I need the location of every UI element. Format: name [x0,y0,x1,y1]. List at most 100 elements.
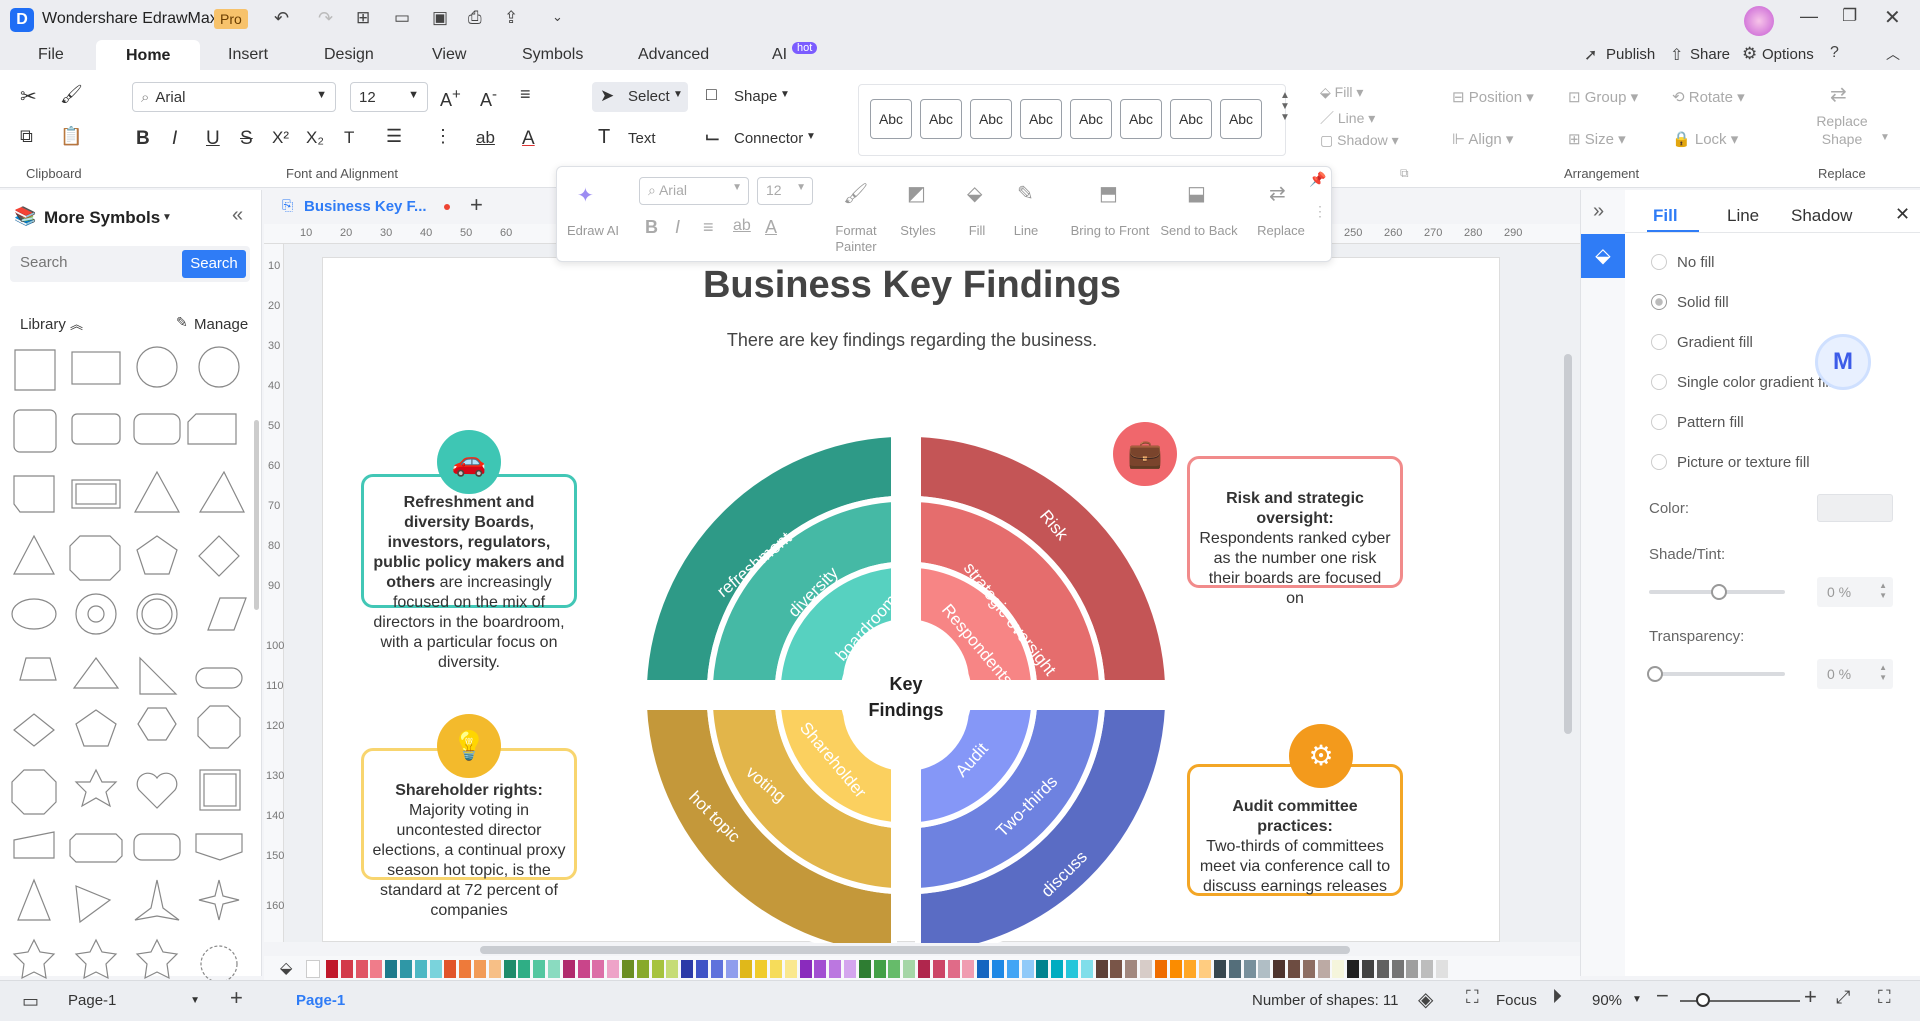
collapse-ribbon-icon[interactable]: ︿ [1886,44,1900,64]
color-swatch[interactable] [888,960,901,978]
color-swatch[interactable] [1228,960,1241,978]
symbol-search-button[interactable]: Search [182,250,246,278]
color-swatch[interactable] [755,960,768,978]
focus-icon[interactable]: ⛶ [1466,987,1479,1008]
color-swatch[interactable] [1140,960,1152,978]
panel-title[interactable]: More Symbols [44,208,160,228]
color-swatch[interactable] [355,960,368,978]
line-button[interactable]: ／ Line ▾ [1320,108,1375,128]
diagram-page[interactable]: Business Key Findings There are key find… [322,257,1500,943]
document-tab[interactable]: Business Key F... [304,198,427,215]
color-swatch[interactable] [784,960,797,978]
color-swatch[interactable] [710,960,723,978]
color-swatch[interactable] [1051,960,1064,978]
shape-library-grid[interactable] [0,340,252,980]
format-painter-icon[interactable]: 🖌 [60,84,83,105]
fill-tool-icon[interactable]: ⬙ [1581,234,1625,278]
share-button[interactable]: Share [1690,46,1730,63]
edraw-ai-icon[interactable]: ✦ [577,183,594,208]
color-swatch[interactable] [1066,960,1078,978]
color-swatch[interactable] [799,960,812,978]
no-color-swatch[interactable] [306,960,320,978]
style-sample[interactable]: Abc [1020,99,1062,139]
fill-picker-icon[interactable]: ⬙ [280,958,292,978]
color-swatch[interactable] [1391,960,1404,978]
color-swatch[interactable] [518,960,531,978]
color-swatch[interactable] [370,960,383,978]
radio-picture-fill[interactable] [1651,454,1667,470]
lock-button[interactable]: 🔒 Lock ▾ [1672,130,1738,148]
replace-shape-button[interactable]: Replace Shape [1812,112,1872,148]
color-swatch[interactable] [1421,960,1434,978]
menu-view[interactable]: View [432,46,466,64]
align-icon[interactable]: ≡ [520,84,531,105]
color-swatch[interactable] [1376,960,1389,978]
panel-scrollbar[interactable] [254,420,259,610]
color-swatch[interactable] [814,960,827,978]
radio-pattern-fill[interactable] [1651,414,1667,430]
color-swatch[interactable] [1347,960,1360,978]
color-swatch[interactable] [577,960,590,978]
size-button[interactable]: ⊞ Size ▾ [1568,130,1626,148]
font-color-icon[interactable]: A [522,128,535,150]
align-button[interactable]: ⊩ Align ▾ [1452,130,1513,148]
focus-button[interactable]: Focus [1496,992,1537,1009]
text-style-icon[interactable]: T [344,128,354,148]
color-swatch[interactable] [666,960,679,978]
color-swatch[interactable] [725,960,738,978]
color-swatch[interactable] [533,960,546,978]
menu-advanced[interactable]: Advanced [638,46,709,64]
card-risk[interactable]: Risk and strategic oversight: Respondents… [1187,456,1403,607]
menu-home[interactable]: Home [96,40,201,70]
fit-page-icon[interactable]: ⤢ [1836,987,1850,1008]
mini-font-select[interactable]: ⌕ Arial ▼ [639,177,749,205]
zoom-slider-handle[interactable] [1696,993,1710,1007]
undo-icon[interactable]: ↶ [274,8,289,29]
color-swatch[interactable] [636,960,649,978]
menu-ai[interactable]: AI [772,46,787,64]
menu-symbols[interactable]: Symbols [522,46,583,64]
share-icon[interactable]: ⇧ [1670,45,1683,65]
tab-line[interactable]: Line [1727,206,1759,226]
connector-button[interactable]: Connector [734,130,803,147]
color-swatch[interactable] [829,960,842,978]
option-gradient-fill[interactable]: Gradient fill [1677,334,1753,351]
gallery-scroll-icon[interactable]: ▲ ▼ ▼ [1280,90,1290,123]
color-swatch[interactable] [503,960,516,978]
mini-bold-icon[interactable]: B [645,217,658,238]
line-pen-icon[interactable]: ✎ [1017,181,1034,206]
radio-gradient-fill[interactable] [1651,334,1667,350]
export-icon[interactable]: ⇪ [504,8,518,28]
collapse-panel-icon[interactable]: « [232,204,243,227]
color-swatch[interactable] [474,960,486,978]
shade-tint-slider-handle[interactable] [1711,584,1727,600]
canvas-vertical-scrollbar[interactable] [1564,354,1572,734]
mini-highlight-icon[interactable]: ab [733,217,751,235]
card-refreshment[interactable]: Refreshment and diversity Boards, invest… [361,474,577,671]
replace-mini-icon[interactable]: ⇄ [1269,181,1286,206]
page-tab[interactable]: Page-1 [296,992,345,1009]
minimize-icon[interactable]: — [1800,6,1818,27]
style-sample[interactable]: Abc [920,99,962,139]
color-swatch[interactable] [1199,960,1212,978]
color-swatch[interactable] [340,960,353,978]
radio-solid-fill[interactable] [1651,294,1667,310]
page-selector[interactable]: Page-1 ▼ [68,989,204,1013]
library-collapse-icon[interactable]: ︽ [70,314,83,333]
shade-tint-stepper[interactable]: 0 % ▲ ▼ [1817,577,1893,607]
superscript-icon[interactable]: X² [272,128,289,148]
fill-label[interactable]: Fill [955,223,999,238]
color-swatch[interactable] [548,960,560,978]
option-no-fill[interactable]: No fill [1677,254,1715,271]
style-sample[interactable]: Abc [1170,99,1212,139]
transparency-stepper[interactable]: 0 % ▲ ▼ [1817,659,1893,689]
avatar[interactable] [1744,6,1774,36]
restore-icon[interactable]: ❐ [1842,6,1857,26]
shrink-font-icon[interactable]: A- [480,86,497,111]
color-swatch[interactable] [326,960,338,978]
help-icon[interactable]: ? [1830,44,1839,62]
tab-shadow[interactable]: Shadow [1791,206,1852,226]
style-sample[interactable]: Abc [1120,99,1162,139]
color-swatch[interactable] [385,960,398,978]
publish-icon[interactable]: ➚ [1584,45,1597,65]
